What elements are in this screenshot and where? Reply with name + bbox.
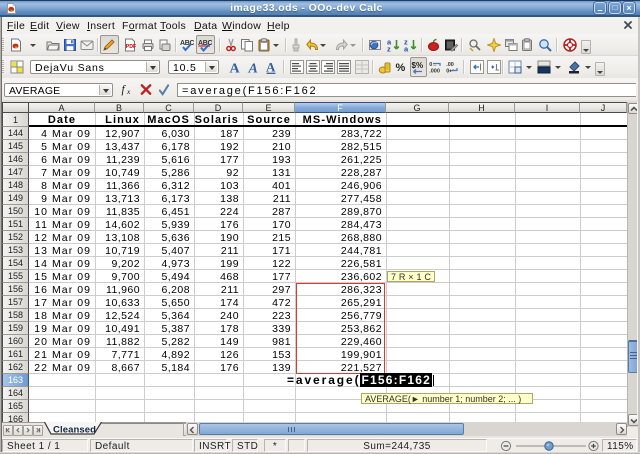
svg-text:a: a [404,45,409,53]
svg-text:.00: .00 [446,62,454,68]
svg-text:A: A [248,62,258,75]
svg-text:0↩: 0↩ [446,69,454,75]
svg-text:f: f [121,84,126,96]
svg-text:%: % [396,62,406,74]
svg-text:z: z [387,45,391,53]
svg-text:Cleansed: Cleansed [53,425,96,436]
svg-text:x: x [126,87,131,96]
svg-text:$%: $% [412,61,424,70]
svg-text:.000: .000 [429,69,440,75]
svg-text:PDF: PDF [126,44,136,50]
svg-text:A: A [230,62,241,75]
svg-text:ABC: ABC [180,40,194,47]
svg-text:A: A [266,60,276,74]
